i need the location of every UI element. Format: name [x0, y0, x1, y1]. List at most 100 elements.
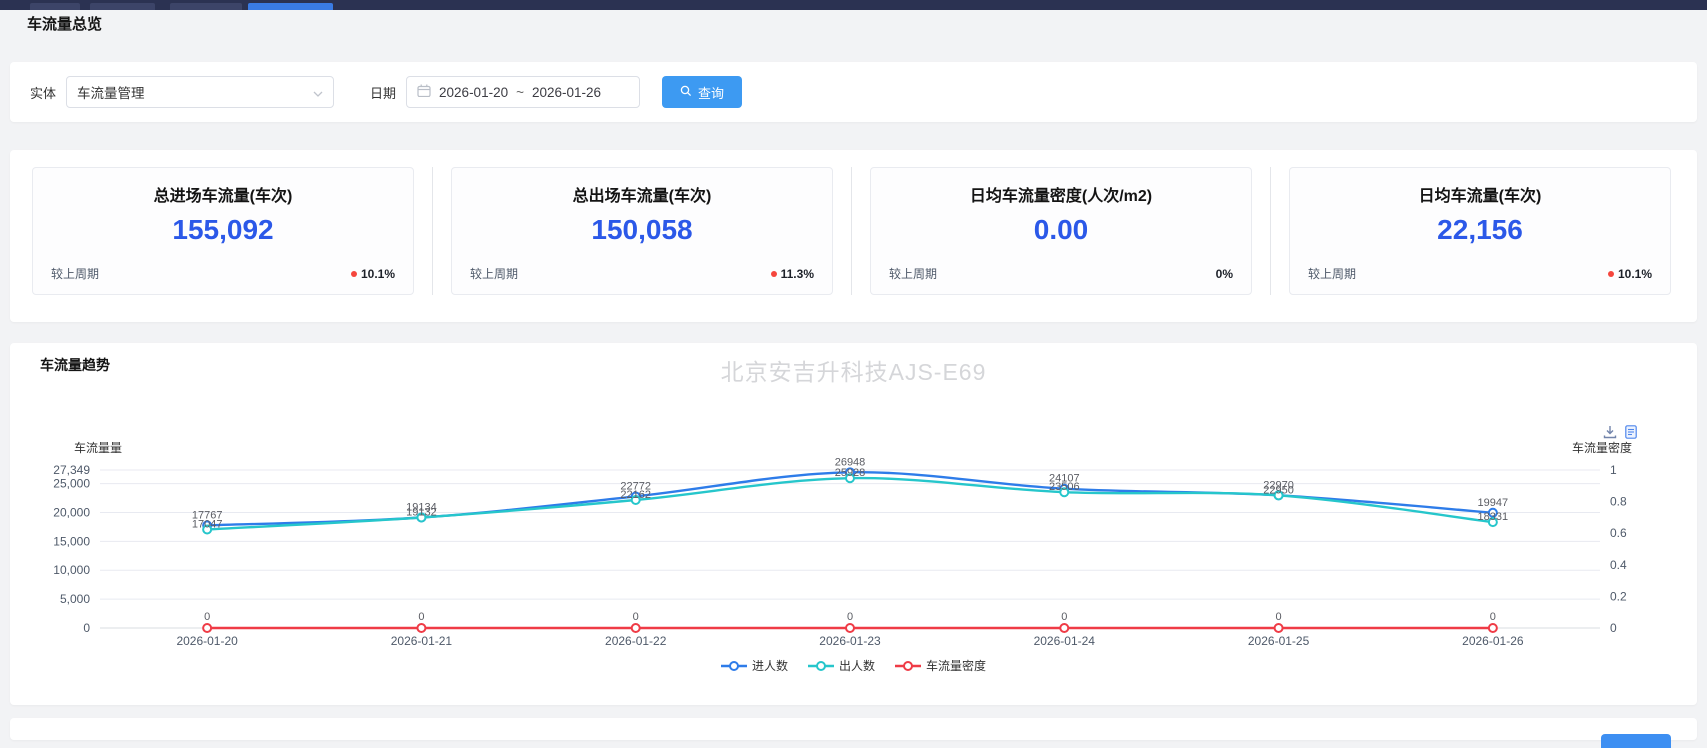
kpi-panel: 总进场车流量(车次) 155,092 较上周期 10.1% 总出场车流量(车次) 150,…: [10, 150, 1697, 322]
kpi-change-badge: 10.1%: [351, 267, 395, 281]
kpi-divider: [432, 167, 433, 295]
kpi-row: 总进场车流量(车次) 155,092 较上周期 10.1% 总出场车流量(车次) 150,…: [10, 150, 1697, 295]
kpi-change-value: 11.3%: [781, 267, 814, 281]
nav-tab-1[interactable]: [30, 3, 80, 10]
nav-tab-active[interactable]: [248, 3, 333, 10]
kpi-change-badge: 10.1%: [1608, 267, 1652, 281]
svg-text:2026-01-24: 2026-01-24: [1034, 634, 1096, 648]
legend-marker-icon: [808, 661, 834, 671]
kpi-title: 总出场车流量(车次): [470, 182, 814, 206]
svg-text:17047: 17047: [192, 519, 223, 531]
svg-text:22950: 22950: [1263, 484, 1294, 496]
kpi-change-value: 0%: [1216, 267, 1233, 281]
svg-text:25928: 25928: [835, 467, 866, 479]
kpi-divider: [851, 167, 852, 295]
svg-text:0: 0: [1490, 611, 1496, 623]
svg-text:2026-01-23: 2026-01-23: [819, 634, 881, 648]
svg-text:0: 0: [204, 611, 210, 623]
query-button-label: 查询: [698, 83, 724, 102]
svg-text:22162: 22162: [620, 489, 651, 501]
kpi-compare-label: 较上周期: [1308, 265, 1356, 282]
svg-text:27,349: 27,349: [53, 463, 90, 477]
svg-text:20,000: 20,000: [53, 505, 90, 519]
svg-text:19132: 19132: [406, 506, 437, 518]
svg-text:0: 0: [1610, 621, 1617, 635]
svg-text:2026-01-21: 2026-01-21: [391, 634, 453, 648]
status-dot-icon: [1608, 271, 1614, 277]
svg-text:车流量密度: 车流量密度: [1572, 440, 1632, 455]
kpi-compare-label: 较上周期: [51, 265, 99, 282]
kpi-change-badge: 11.3%: [771, 267, 814, 281]
kpi-title: 总进场车流量(车次): [51, 182, 395, 206]
kpi-card-3: 日均车流量密度(人次/m2) 0.00 较上周期 0%: [870, 167, 1252, 295]
kpi-change-value: 10.1%: [1618, 267, 1652, 281]
status-dot-icon: [351, 271, 357, 277]
svg-text:0.6: 0.6: [1610, 526, 1627, 540]
svg-text:0: 0: [1276, 611, 1282, 623]
status-dot-icon: [771, 271, 777, 277]
top-nav-bar: [0, 0, 1707, 10]
date-end-value[interactable]: 2026-01-26: [532, 85, 601, 100]
svg-text:15,000: 15,000: [53, 534, 90, 548]
nav-tab-2[interactable]: [90, 3, 155, 10]
date-separator: ~: [516, 85, 524, 100]
date-label: 日期: [370, 83, 396, 102]
svg-text:2026-01-22: 2026-01-22: [605, 634, 667, 648]
svg-text:0.2: 0.2: [1610, 589, 1627, 603]
legend-item[interactable]: 车流量密度: [895, 657, 986, 674]
entity-label: 实体: [30, 83, 56, 102]
svg-text:10,000: 10,000: [53, 563, 90, 577]
nav-tab-3[interactable]: [170, 3, 242, 10]
svg-text:0.8: 0.8: [1610, 495, 1627, 509]
query-button[interactable]: 查询: [662, 76, 742, 108]
date-range-picker[interactable]: 2026-01-20 ~ 2026-01-26: [406, 76, 640, 108]
search-icon: [680, 85, 692, 100]
kpi-card-4: 日均车流量(车次) 22,156 较上周期 10.1%: [1289, 167, 1671, 295]
svg-text:0: 0: [847, 611, 853, 623]
svg-text:23506: 23506: [1049, 481, 1080, 493]
calendar-icon: [417, 84, 431, 100]
kpi-change-badge: 0%: [1216, 267, 1233, 281]
chart-legend: 进人数 出人数 车流量密度: [10, 657, 1697, 674]
page-title: 车流量总览: [27, 13, 102, 34]
kpi-card-1: 总进场车流量(车次) 155,092 较上周期 10.1%: [32, 167, 414, 295]
svg-text:0: 0: [1061, 611, 1067, 623]
svg-text:25,000: 25,000: [53, 477, 90, 491]
kpi-compare-label: 较上周期: [470, 265, 518, 282]
entity-select[interactable]: 车流量管理: [66, 76, 334, 108]
legend-marker-icon: [895, 661, 921, 671]
chevron-down-icon: [313, 85, 323, 100]
svg-text:0: 0: [418, 611, 424, 623]
svg-text:5,000: 5,000: [60, 592, 90, 606]
svg-text:19947: 19947: [1478, 497, 1509, 509]
kpi-value: 150,058: [470, 214, 814, 246]
svg-text:2026-01-20: 2026-01-20: [176, 634, 238, 648]
kpi-divider: [1270, 167, 1271, 295]
filter-panel: 实体 车流量管理 日期 2026-01-20 ~ 2026-01-26 查询: [10, 62, 1697, 122]
svg-text:0.4: 0.4: [1610, 558, 1627, 572]
svg-text:2026-01-26: 2026-01-26: [1462, 634, 1524, 648]
kpi-compare-label: 较上周期: [889, 265, 937, 282]
trend-chart-canvas[interactable]: 27,34925,000 20,000 15,000 10,000 5,000 0 1 0.8…: [10, 343, 1697, 705]
svg-text:0: 0: [633, 611, 639, 623]
entity-select-value: 车流量管理: [77, 82, 313, 102]
legend-item[interactable]: 出人数: [808, 657, 875, 674]
kpi-value: 22,156: [1308, 214, 1652, 246]
svg-text:2026-01-25: 2026-01-25: [1248, 634, 1310, 648]
kpi-value: 0.00: [889, 214, 1233, 246]
kpi-card-2: 总出场车流量(车次) 150,058 较上周期 11.3%: [451, 167, 833, 295]
date-start-value[interactable]: 2026-01-20: [439, 85, 508, 100]
legend-label: 出人数: [839, 657, 875, 674]
kpi-value: 155,092: [51, 214, 395, 246]
next-section-panel: [10, 718, 1697, 740]
legend-item[interactable]: 进人数: [721, 657, 788, 674]
kpi-title: 日均车流量(车次): [1308, 182, 1652, 206]
next-section-button[interactable]: [1601, 734, 1671, 748]
svg-text:0: 0: [83, 621, 90, 635]
legend-marker-icon: [721, 661, 747, 671]
trend-panel: 车流量趋势 北京安吉升科技AJS-E69 27,34925,00020,0001…: [10, 343, 1697, 705]
svg-text:1: 1: [1610, 463, 1617, 477]
kpi-title: 日均车流量密度(人次/m2): [889, 182, 1233, 206]
kpi-change-value: 10.1%: [361, 267, 395, 281]
legend-label: 车流量密度: [926, 657, 986, 674]
